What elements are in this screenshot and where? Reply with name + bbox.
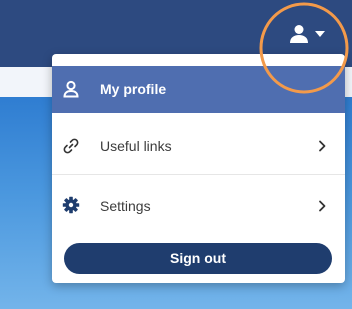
- menu-item-settings[interactable]: Settings: [52, 176, 345, 235]
- sign-out-button[interactable]: Sign out: [64, 243, 332, 274]
- user-outline-icon: [63, 80, 79, 98]
- menu-item-label: Useful links: [100, 138, 172, 154]
- chevron-right-icon: [319, 200, 326, 212]
- menu-item-useful-links[interactable]: Useful links: [52, 116, 345, 175]
- gear-icon: [62, 196, 80, 214]
- chevron-right-icon: [319, 140, 326, 152]
- user-dropdown-menu: My profile Useful links Settings Sign ou…: [52, 54, 345, 283]
- menu-item-label: Settings: [100, 198, 151, 214]
- menu-item-my-profile[interactable]: My profile: [52, 66, 345, 113]
- user-icon: [290, 25, 308, 43]
- caret-down-icon: [315, 31, 325, 37]
- menu-item-label: My profile: [100, 81, 167, 97]
- user-menu-button[interactable]: [282, 20, 330, 50]
- link-icon: [63, 138, 79, 154]
